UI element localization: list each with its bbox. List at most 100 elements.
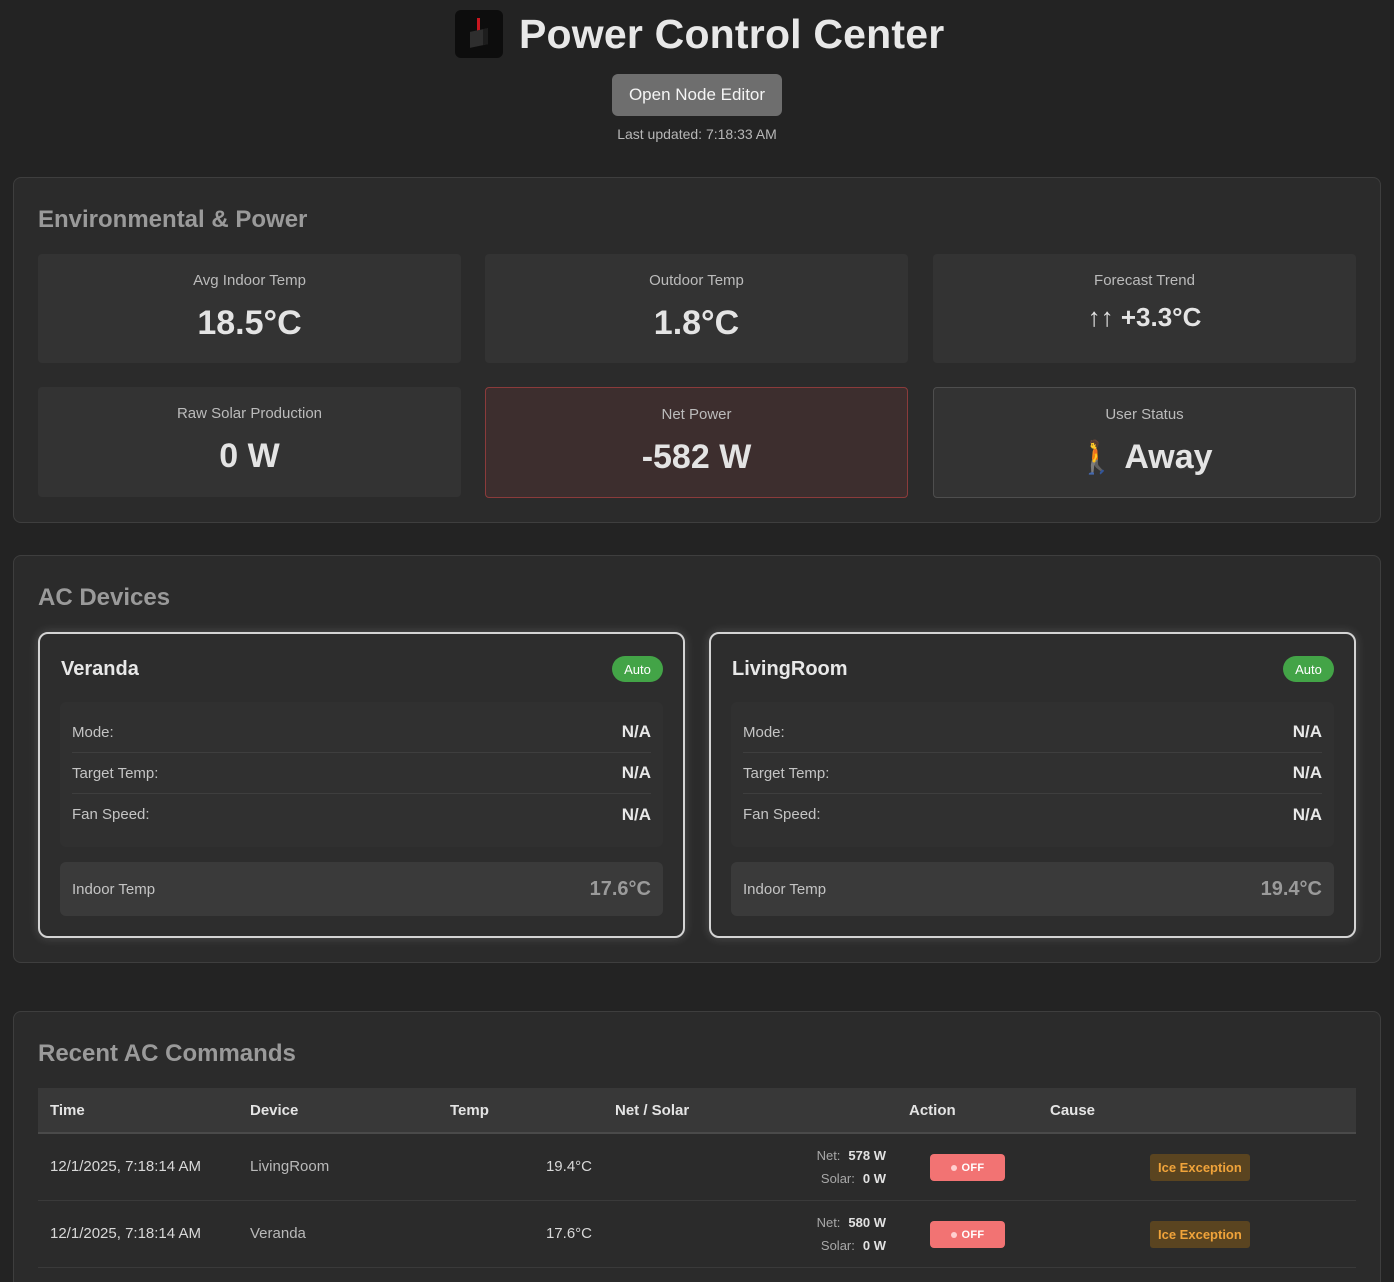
stat-label: User Status [1105, 406, 1184, 423]
auto-badge: Auto [1283, 656, 1334, 682]
indoor-temp-value: 17.6°C [589, 877, 651, 900]
ac-devices-panel: AC Devices Veranda Auto Mode: N/A Target… [13, 555, 1381, 963]
device-name: LivingRoom [732, 658, 848, 680]
mode-value: N/A [621, 722, 651, 741]
table-header: Time Device Temp Net / Solar Action Caus… [38, 1088, 1356, 1134]
commands-table: Time Device Temp Net / Solar Action Caus… [38, 1088, 1356, 1268]
column-header-action: Action [909, 1102, 956, 1119]
stat-value: -582 W [641, 438, 752, 476]
panel-title: Recent AC Commands [38, 1040, 296, 1067]
open-node-editor-button[interactable]: Open Node Editor [612, 74, 782, 116]
indoor-temp-row: Indoor Temp 17.6°C [60, 862, 663, 916]
table-row: 12/1/2025, 7:18:14 AM LivingRoom 19.4°C … [38, 1134, 1356, 1201]
solar-label: Solar: [820, 1238, 855, 1253]
column-header-temp: Temp [450, 1102, 489, 1119]
action-off-badge: OFF [930, 1154, 1005, 1181]
mode-value: N/A [1292, 722, 1322, 741]
net-label: Net: [816, 1148, 841, 1163]
stat-label: Avg Indoor Temp [193, 272, 306, 289]
device-settings: Mode: N/A Target Temp: N/A Fan Speed: N/… [731, 702, 1334, 847]
panel-title: AC Devices [38, 584, 171, 611]
forecast-trend-card: Forecast Trend ↑↑ +3.3°C [933, 254, 1356, 363]
fan-speed-row: Fan Speed: N/A [743, 794, 1322, 835]
indoor-temp-label: Indoor Temp [72, 880, 156, 898]
mode-row: Mode: N/A [72, 712, 651, 753]
column-header-device: Device [250, 1102, 299, 1119]
action-label: OFF [961, 1161, 985, 1174]
net-solar-cell: Net: 578 W Solar: 0 W [758, 1144, 886, 1190]
column-header-net-solar: Net / Solar [615, 1102, 690, 1119]
mode-label: Mode: [743, 723, 785, 741]
command-temp: 17.6°C [545, 1225, 592, 1242]
page-title: Power Control Center [519, 10, 945, 57]
mode-label: Mode: [72, 723, 114, 741]
user-status-card: User Status 🚶 Away [933, 387, 1356, 498]
table-row: 12/1/2025, 7:18:14 AM Veranda 17.6°C Net… [38, 1201, 1356, 1268]
command-temp: 19.4°C [545, 1158, 592, 1175]
net-value: 578 W [848, 1148, 886, 1163]
title-row: Power Control Center [455, 10, 944, 58]
indoor-temp-row: Indoor Temp 19.4°C [731, 862, 1334, 916]
target-temp-row: Target Temp: N/A [743, 753, 1322, 794]
outdoor-temp-card: Outdoor Temp 1.8°C [485, 254, 908, 363]
stat-label: Net Power [661, 406, 732, 423]
solar-line: Solar: 0 W [758, 1234, 886, 1257]
solar-label: Solar: [820, 1171, 855, 1186]
target-temp-label: Target Temp: [72, 764, 159, 782]
command-device: Veranda [250, 1225, 306, 1242]
header: Power Control Center Open Node Editor La… [0, 0, 1394, 160]
user-status-value: Away [1124, 438, 1213, 476]
action-label: OFF [961, 1228, 985, 1241]
fan-speed-label: Fan Speed: [743, 806, 821, 823]
person-walking-icon: 🚶 [1076, 439, 1117, 475]
stat-label: Forecast Trend [1094, 272, 1195, 289]
status-dot-icon [950, 1231, 957, 1238]
fan-speed-label: Fan Speed: [72, 806, 150, 823]
cause-badge: Ice Exception [1150, 1154, 1250, 1181]
device-settings: Mode: N/A Target Temp: N/A Fan Speed: N/… [60, 702, 663, 847]
fan-speed-value: N/A [1292, 804, 1322, 824]
net-power-card: Net Power -582 W [485, 387, 908, 498]
stat-value: ↑↑ +3.3°C [1087, 302, 1202, 332]
status-dot-icon [950, 1164, 957, 1171]
target-temp-value: N/A [621, 763, 651, 782]
solar-value: 0 W [862, 1238, 886, 1253]
cause-badge: Ice Exception [1150, 1221, 1250, 1248]
column-header-time: Time [50, 1102, 85, 1119]
target-temp-value: N/A [1292, 763, 1322, 782]
command-time: 12/1/2025, 7:18:14 AM [50, 1225, 201, 1242]
net-solar-cell: Net: 580 W Solar: 0 W [758, 1211, 886, 1257]
action-off-badge: OFF [930, 1221, 1005, 1248]
stat-value: 18.5°C [197, 304, 302, 342]
raw-solar-card: Raw Solar Production 0 W [38, 387, 461, 497]
device-card-veranda[interactable]: Veranda Auto Mode: N/A Target Temp: N/A … [38, 632, 685, 938]
stat-label: Outdoor Temp [649, 272, 744, 289]
command-device: LivingRoom [250, 1158, 330, 1175]
stat-value: 1.8°C [653, 304, 740, 342]
device-card-livingroom[interactable]: LivingRoom Auto Mode: N/A Target Temp: N… [709, 632, 1356, 938]
fan-speed-row: Fan Speed: N/A [72, 794, 651, 835]
stat-value: 🚶 Away [934, 438, 1355, 477]
net-line: Net: 578 W [758, 1144, 886, 1167]
mode-row: Mode: N/A [743, 712, 1322, 753]
logo-cube [470, 28, 488, 48]
recent-commands-panel: Recent AC Commands Time Device Temp Net … [13, 1011, 1381, 1282]
environmental-power-panel: Environmental & Power Avg Indoor Temp 18… [13, 177, 1381, 523]
indoor-temp-value: 19.4°C [1260, 877, 1322, 900]
net-value: 580 W [848, 1215, 886, 1230]
net-line: Net: 580 W [758, 1211, 886, 1234]
device-name: Veranda [61, 658, 139, 680]
panel-title: Environmental & Power [38, 206, 308, 233]
target-temp-row: Target Temp: N/A [72, 753, 651, 794]
net-label: Net: [816, 1215, 841, 1230]
auto-badge: Auto [612, 656, 663, 682]
solar-line: Solar: 0 W [758, 1167, 886, 1190]
command-time: 12/1/2025, 7:18:14 AM [50, 1158, 201, 1175]
fan-speed-value: N/A [621, 804, 651, 824]
last-updated-text: Last updated: 7:18:33 AM [617, 126, 777, 142]
target-temp-label: Target Temp: [743, 764, 830, 782]
stat-value: 0 W [219, 437, 280, 475]
solar-value: 0 W [862, 1171, 886, 1186]
column-header-cause: Cause [1050, 1102, 1096, 1119]
power-cube-logo-icon [455, 10, 503, 58]
